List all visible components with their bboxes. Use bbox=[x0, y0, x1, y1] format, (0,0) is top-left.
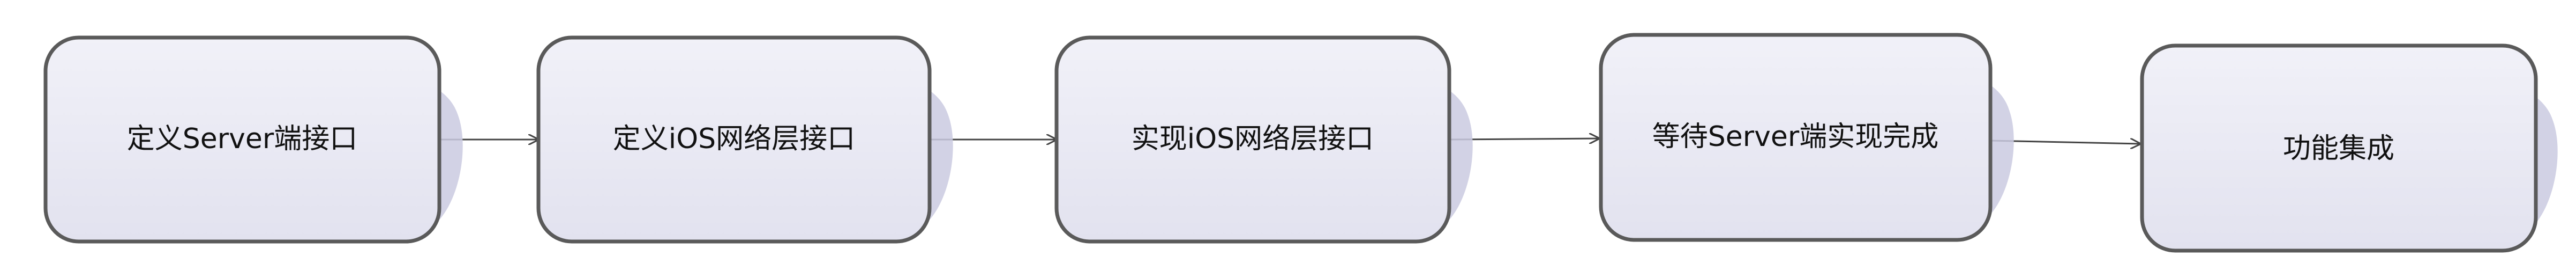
step-label: 定义Server端接口 bbox=[127, 123, 358, 155]
step-node-3: 实现iOS网络层接口 bbox=[1054, 35, 1473, 244]
step-node-4: 等待Server端实现完成 bbox=[1599, 33, 2014, 242]
step-node-2: 定义iOS网络层接口 bbox=[536, 35, 953, 244]
step-node-1: 定义Server端接口 bbox=[43, 35, 463, 244]
step-node-5: 功能集成 bbox=[2140, 43, 2558, 253]
flow-diagram: 定义Server端接口 定义iOS网络层接口 实现iOS网络层接口 等待Serv… bbox=[43, 33, 2558, 253]
step-label: 等待Server端实现完成 bbox=[1652, 121, 1939, 153]
step-label: 功能集成 bbox=[2283, 133, 2394, 165]
step-label: 定义iOS网络层接口 bbox=[613, 123, 855, 155]
step-label: 实现iOS网络层接口 bbox=[1132, 123, 1374, 155]
